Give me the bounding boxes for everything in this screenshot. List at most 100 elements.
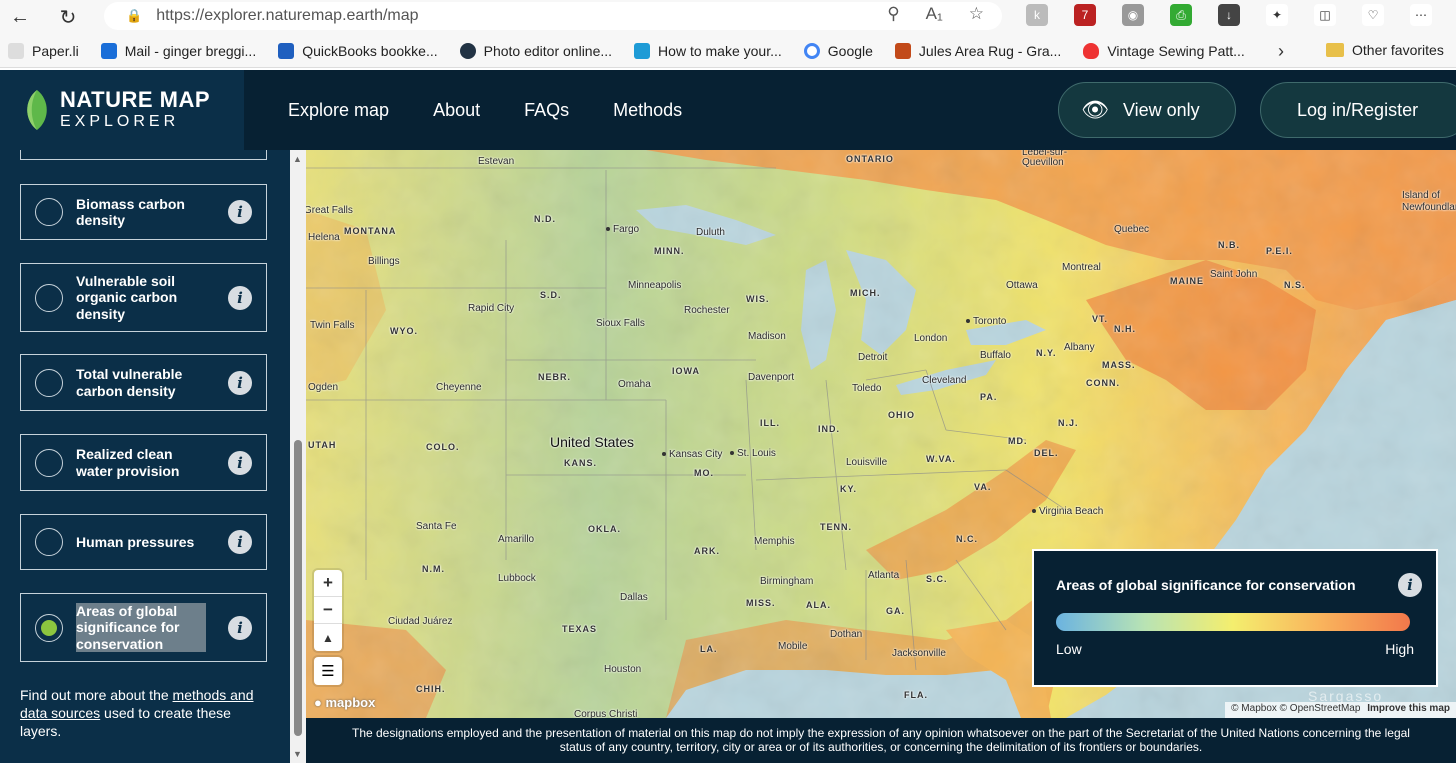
other-favorites[interactable]: Other favorites bbox=[1326, 42, 1444, 58]
layer-radio[interactable] bbox=[35, 528, 63, 556]
map-canvas[interactable]: United States ONTARIO MONTANA N.D. MINN.… bbox=[306, 150, 1456, 718]
layer-sidebar: Biomass carbon density i Vulnerable soil… bbox=[0, 150, 290, 763]
plus-icon bbox=[8, 42, 24, 59]
layer-radio[interactable] bbox=[35, 448, 63, 477]
layer-clean-water[interactable]: Realized clean water provision i bbox=[20, 434, 267, 491]
sidebar-footer: Find out more about the methods and data… bbox=[20, 687, 254, 739]
url-actions: ⚲ A₁ ☆ bbox=[887, 4, 984, 24]
bookmark-jules-rug[interactable]: Jules Area Rug - Gra... bbox=[894, 42, 1061, 59]
bookmark-vintage-sewing[interactable]: Vintage Sewing Patt... bbox=[1083, 42, 1245, 59]
map-attribution: © Mapbox © OpenStreetMap Improve this ma… bbox=[1225, 702, 1456, 718]
favorite-star-icon[interactable]: ☆ bbox=[969, 4, 984, 24]
bookmark-photo-editor[interactable]: Photo editor online... bbox=[459, 42, 612, 59]
ublock-icon[interactable]: 7 bbox=[1074, 4, 1096, 26]
login-register-button[interactable]: Log in/Register bbox=[1260, 82, 1456, 138]
chevron-right-icon[interactable]: › bbox=[1278, 41, 1284, 62]
gr-icon bbox=[894, 42, 911, 59]
url-text: https://explorer.naturemap.earth/map bbox=[156, 7, 419, 24]
legend-gradient bbox=[1056, 613, 1410, 631]
folder-icon bbox=[1326, 43, 1344, 57]
layer-human-pressures[interactable]: Human pressures i bbox=[20, 514, 267, 570]
layer-label: Biomass carbon density bbox=[76, 195, 185, 229]
layer-radio[interactable] bbox=[35, 283, 63, 312]
zoom-in-button[interactable]: + bbox=[314, 570, 342, 597]
layer-soil-carbon[interactable]: Vulnerable soil organic carbon density i bbox=[20, 263, 267, 332]
split-screen-icon[interactable]: ◫ bbox=[1314, 4, 1336, 26]
layers-icon: ☰ bbox=[321, 663, 335, 680]
layer-label: Total vulnerable carbon density bbox=[76, 366, 183, 399]
download-icon[interactable]: ↓ bbox=[1218, 4, 1240, 26]
country-label: United States bbox=[550, 434, 635, 450]
photo-editor-icon bbox=[459, 42, 476, 59]
bookmark-how-to[interactable]: How to make your... bbox=[634, 42, 782, 59]
flame-icon bbox=[1083, 42, 1100, 59]
more-icon[interactable]: ⋯ bbox=[1410, 4, 1432, 26]
extension-icon[interactable]: k bbox=[1026, 4, 1048, 26]
bookmark-quickbooks[interactable]: QuickBooks bookke... bbox=[278, 42, 438, 59]
improve-map-link[interactable]: Improve this map bbox=[1367, 703, 1450, 714]
browser-toolbar: ← ↻ 🔒 https://explorer.naturemap.earth/m… bbox=[0, 0, 1456, 34]
compass-button[interactable]: ▲ bbox=[314, 624, 342, 651]
info-icon[interactable]: i bbox=[228, 370, 252, 395]
nav-faqs[interactable]: FAQs bbox=[524, 100, 569, 121]
layer-radio[interactable] bbox=[35, 368, 63, 397]
un-disclaimer: The designations employed and the presen… bbox=[306, 718, 1456, 763]
info-icon[interactable]: i bbox=[228, 530, 252, 554]
youtube-icon bbox=[278, 42, 295, 59]
layer-item-partial[interactable] bbox=[20, 150, 267, 160]
logo-subtitle: EXPLORER bbox=[60, 113, 180, 130]
bookmark-mail[interactable]: Mail - ginger breggi... bbox=[100, 42, 256, 59]
nav-explore-map[interactable]: Explore map bbox=[288, 100, 389, 121]
layer-label: Areas of global significance for conserv… bbox=[76, 602, 206, 653]
map-legend: Areas of global significance for conserv… bbox=[1032, 549, 1438, 687]
info-icon[interactable]: i bbox=[1398, 573, 1422, 597]
bookmark-google[interactable]: Google bbox=[803, 42, 873, 59]
extensions: k 7 ◉ ⎙ ↓ ✦ ◫ ♡ ⋯ bbox=[1026, 4, 1432, 26]
info-icon[interactable]: i bbox=[228, 285, 252, 310]
info-icon[interactable]: i bbox=[228, 615, 252, 640]
legend-high-label: High bbox=[1385, 641, 1414, 657]
back-icon[interactable]: ← bbox=[0, 0, 40, 34]
bookmark-paperli[interactable]: Paper.li bbox=[8, 42, 79, 59]
puzzle-icon[interactable]: ✦ bbox=[1266, 4, 1288, 26]
zoom-controls: + − ▲ bbox=[314, 570, 342, 651]
legend-low-label: Low bbox=[1056, 641, 1082, 657]
mapbox-logo[interactable]: ● mapbox bbox=[314, 695, 375, 710]
layer-radio-selected[interactable] bbox=[35, 613, 63, 642]
zoom-out-button[interactable]: − bbox=[314, 597, 342, 624]
layer-label: Realized clean water provision bbox=[76, 446, 180, 479]
zoom-icon[interactable]: ⚲ bbox=[887, 4, 899, 24]
health-icon[interactable]: ♡ bbox=[1362, 4, 1384, 26]
lock-icon: 🔒 bbox=[126, 8, 143, 23]
layer-biomass-carbon[interactable]: Biomass carbon density i bbox=[20, 184, 267, 240]
nav-methods[interactable]: Methods bbox=[613, 100, 682, 121]
layer-label: Vulnerable soil organic carbon density bbox=[76, 272, 178, 322]
sidebar-scrollbar[interactable]: ▲ ▼ bbox=[290, 150, 306, 763]
layer-label: Human pressures bbox=[76, 533, 195, 550]
print-icon[interactable]: ⎙ bbox=[1170, 4, 1192, 26]
info-icon[interactable]: i bbox=[228, 200, 252, 224]
layer-radio[interactable] bbox=[35, 198, 63, 226]
extension-badge: 7 bbox=[1081, 8, 1089, 22]
nav-about[interactable]: About bbox=[433, 100, 480, 121]
read-aloud-icon[interactable]: A₁ bbox=[926, 4, 943, 24]
logo[interactable]: NATURE MAP EXPLORER bbox=[0, 70, 244, 150]
legend-title: Areas of global significance for conserv… bbox=[1056, 577, 1356, 593]
scroll-up-icon[interactable]: ▲ bbox=[293, 154, 302, 164]
main-nav: Explore map About FAQs Methods bbox=[288, 100, 682, 121]
attribution-link[interactable]: © Mapbox © OpenStreetMap bbox=[1231, 703, 1360, 714]
google-icon bbox=[803, 42, 820, 59]
layer-global-significance[interactable]: Areas of global significance for conserv… bbox=[20, 593, 267, 662]
eye-icon: 👁 bbox=[1081, 97, 1109, 122]
layers-button[interactable]: ☰ bbox=[314, 657, 342, 685]
scroll-down-icon[interactable]: ▼ bbox=[293, 749, 302, 759]
info-icon[interactable]: i bbox=[228, 450, 252, 475]
url-bar[interactable]: 🔒 https://explorer.naturemap.earth/map bbox=[104, 2, 1002, 30]
camera-icon[interactable]: ◉ bbox=[1122, 4, 1144, 26]
layer-total-carbon[interactable]: Total vulnerable carbon density i bbox=[20, 354, 267, 411]
scrollbar-thumb[interactable] bbox=[294, 440, 302, 736]
leaf-icon bbox=[27, 90, 47, 130]
refresh-icon[interactable]: ↻ bbox=[48, 0, 88, 34]
plus-square-icon bbox=[634, 42, 651, 59]
view-only-button[interactable]: 👁 View only bbox=[1058, 82, 1236, 138]
